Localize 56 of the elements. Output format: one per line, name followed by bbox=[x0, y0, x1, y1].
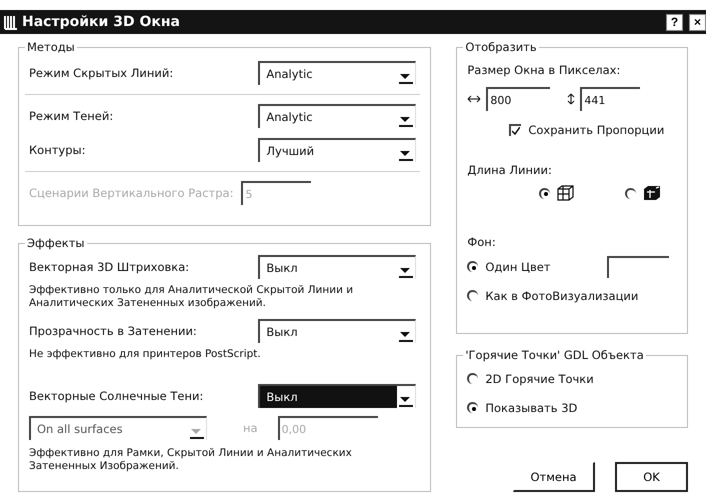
help-button[interactable]: ? bbox=[666, 14, 683, 30]
width-field[interactable]: 800 bbox=[486, 87, 550, 111]
setting-label: Векторные Солнечные Тени: bbox=[29, 389, 204, 403]
ok-button[interactable]: OK bbox=[615, 462, 688, 492]
setting-label: Режим Скрытых Линий: bbox=[29, 66, 174, 80]
panel-title: Эффекты bbox=[26, 236, 86, 250]
setting-label: Режим Теней: bbox=[29, 109, 114, 123]
hint-text: Эффективно для Рамки, Скрытой Линии и Аналитических Затененных Изображений. bbox=[29, 447, 353, 473]
radio-button[interactable] bbox=[467, 402, 478, 413]
hint-text: Не эффективно для принтеров PostScript. bbox=[29, 348, 262, 361]
setting-label: Фон: bbox=[467, 235, 496, 249]
dropdown-arrow-icon bbox=[399, 396, 414, 407]
radio-button[interactable] bbox=[467, 373, 478, 384]
dropdown[interactable]: Лучший bbox=[258, 138, 416, 162]
dropdown-arrow-icon bbox=[399, 116, 414, 127]
setting-label: Сценарии Вертикального Растра: bbox=[29, 186, 234, 200]
dropdown-arrow-icon bbox=[399, 150, 414, 161]
setting-label: Размер Окна в Пикселах: bbox=[467, 63, 620, 77]
cancel-button[interactable]: Отмена bbox=[513, 462, 595, 492]
checkbox[interactable] bbox=[509, 124, 522, 136]
horizontal-arrow-icon bbox=[467, 95, 482, 103]
height-field[interactable]: 441 bbox=[580, 87, 640, 111]
keep-proportions-checkbox[interactable]: Сохранить Пропорции bbox=[509, 123, 664, 137]
option-label: 2D Горячие Точки bbox=[485, 372, 594, 386]
hint-text: Эффективно только для Аналитической Скрытой Линии и Аналитических Затененных изображений. bbox=[29, 284, 354, 310]
option-label: Как в ФотоВизуализации bbox=[485, 288, 638, 302]
solid-cube-icon bbox=[643, 185, 662, 201]
panel-title: Отобразить bbox=[464, 40, 538, 54]
close-button[interactable]: × bbox=[689, 14, 706, 30]
wireframe-cube-icon bbox=[557, 185, 576, 201]
radio-button[interactable] bbox=[467, 261, 478, 272]
dropdown-arrow-icon bbox=[399, 267, 414, 278]
check-icon bbox=[512, 127, 520, 135]
radio-button[interactable] bbox=[539, 188, 550, 198]
dropdown[interactable]: Выкл bbox=[258, 319, 416, 343]
dropdown-arrow-icon bbox=[399, 73, 414, 84]
app-icon bbox=[4, 14, 18, 30]
window-title: Настройки 3D Окна bbox=[22, 14, 181, 30]
option-label: Показывать 3D bbox=[485, 400, 578, 414]
dropdown-arrow-icon bbox=[399, 331, 414, 342]
option-label: Один Цвет bbox=[485, 260, 550, 274]
setting-label: Контуры: bbox=[29, 143, 86, 157]
setting-label: Длина Линии: bbox=[467, 163, 552, 177]
radio-button[interactable] bbox=[625, 188, 636, 198]
dropdown[interactable]: Выкл bbox=[258, 384, 416, 408]
radio-button[interactable] bbox=[467, 290, 478, 301]
dropdown[interactable]: Analytic bbox=[258, 61, 416, 85]
panel-title: Методы bbox=[26, 40, 76, 54]
dropdown-arrow-icon bbox=[190, 428, 204, 439]
setting-label: Векторная 3D Штриховка: bbox=[29, 260, 190, 274]
setting-label: Прозрачность в Затенении: bbox=[29, 324, 197, 338]
vertical-arrow-icon bbox=[567, 93, 576, 105]
dropdown[interactable]: Analytic bbox=[258, 104, 416, 128]
panel-title: 'Горячие Точки' GDL Объекта bbox=[464, 348, 645, 362]
dropdown[interactable]: Выкл bbox=[258, 255, 416, 279]
field-label: на bbox=[243, 421, 258, 435]
